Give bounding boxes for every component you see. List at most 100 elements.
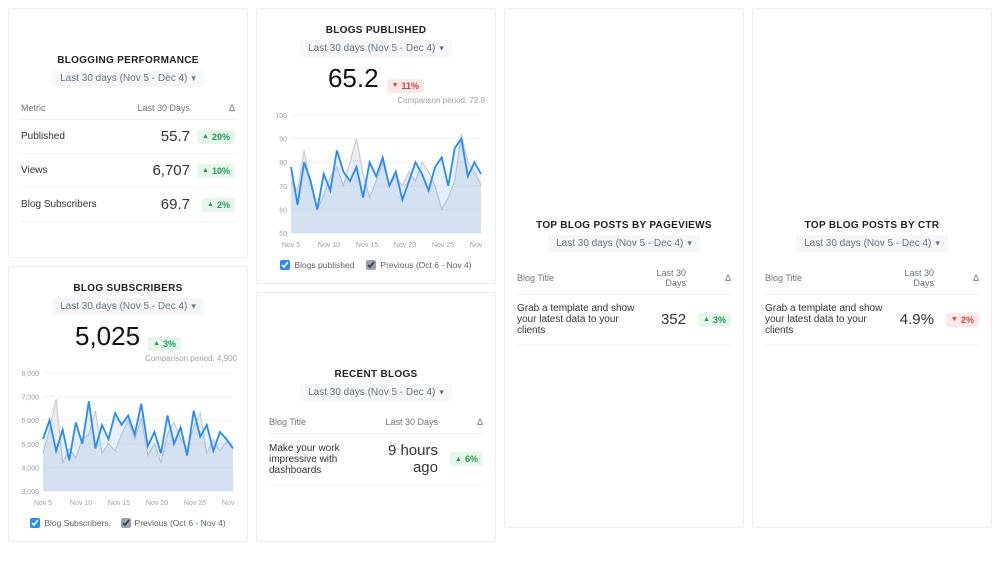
- card-blog-subscribers: BLOG SUBSCRIBERS Last 30 days (Nov 5 - D…: [8, 266, 248, 542]
- row-title: Published: [19, 120, 120, 154]
- period-label: Last 30 days (Nov 5 - Dec 4): [60, 73, 187, 84]
- row-delta: ▲3%: [688, 295, 733, 345]
- legend-item-previous[interactable]: Previous (Oct 6 - Nov 4): [366, 260, 471, 270]
- row-title: Make your work impressive with dashboard…: [267, 434, 382, 485]
- arrow-up-icon: ▲: [207, 201, 214, 208]
- card-top-ctr: TOP BLOG POSTS BY CTR Last 30 days (Nov …: [752, 8, 992, 528]
- col-title: Blog Title: [267, 411, 382, 434]
- table-row[interactable]: Grab a template and show your latest dat…: [763, 295, 981, 345]
- period-selector[interactable]: Last 30 days (Nov 5 - Dec 4) ▾: [796, 235, 948, 252]
- top-pageviews-table: Blog Title Last 30 Days Δ Grab a templat…: [515, 262, 733, 345]
- card-title: BLOGS PUBLISHED: [267, 25, 485, 36]
- period-label: Last 30 days (Nov 5 - Dec 4): [60, 301, 187, 312]
- card-title: BLOGGING PERFORMANCE: [19, 55, 237, 66]
- svg-text:Nov 5: Nov 5: [34, 500, 52, 507]
- recent-blogs-table: Blog Title Last 30 Days Δ Make your work…: [267, 411, 485, 485]
- card-blogging-performance: BLOGGING PERFORMANCE Last 30 days (Nov 5…: [8, 8, 248, 258]
- table-row[interactable]: Published55.7 ▲20%: [19, 120, 237, 154]
- card-title: TOP BLOG POSTS BY PAGEVIEWS: [515, 220, 733, 231]
- chevron-down-icon: ▾: [439, 43, 444, 54]
- svg-text:70: 70: [279, 184, 287, 191]
- metric-row: 65.2 ▼11%: [267, 63, 485, 94]
- row-delta: ▼2%: [936, 295, 981, 345]
- metric-row: 5,025 ▲3%: [19, 321, 237, 352]
- col-title: Blog Title: [763, 262, 891, 295]
- col-title: Blog Title: [515, 262, 647, 295]
- legend-checkbox[interactable]: [121, 518, 131, 528]
- delta-badge: ▲20%: [197, 130, 235, 144]
- table-row[interactable]: Views6,707▲10%: [19, 154, 237, 188]
- card-title: BLOG SUBSCRIBERS: [19, 283, 237, 294]
- chevron-down-icon: ▾: [439, 387, 444, 398]
- col-value: Last 30 Days: [382, 411, 440, 434]
- svg-text:100: 100: [275, 113, 287, 120]
- arrow-up-icon: ▲: [202, 167, 209, 174]
- svg-text:5,000: 5,000: [21, 442, 39, 449]
- row-value: 4.9%: [891, 295, 936, 345]
- row-value: 6,707: [120, 154, 192, 188]
- arrow-up-icon: ▲: [153, 340, 160, 347]
- svg-text:60: 60: [279, 207, 287, 214]
- delta-badge: ▲2%: [202, 198, 235, 212]
- row-title: Grab a template and show your latest dat…: [515, 295, 647, 345]
- row-value: 69.7: [120, 188, 192, 222]
- card-blogs-published: BLOGS PUBLISHED Last 30 days (Nov 5 - De…: [256, 8, 496, 284]
- card-recent-blogs: RECENT BLOGS Last 30 days (Nov 5 - Dec 4…: [256, 292, 496, 542]
- legend-checkbox[interactable]: [366, 260, 376, 270]
- period-selector[interactable]: Last 30 days (Nov 5 - Dec 4) ▾: [300, 384, 452, 401]
- metric-value: 65.2: [328, 63, 379, 94]
- svg-text:90: 90: [279, 137, 287, 144]
- legend-item-primary[interactable]: Blog Subscribers: [30, 518, 108, 528]
- col-metric: Metric: [19, 97, 120, 120]
- svg-text:Nov 25: Nov 25: [432, 242, 454, 249]
- period-label: Last 30 days (Nov 5 - Dec 4): [804, 238, 931, 249]
- chart-subscribers: 3,0004,0005,0006,0007,0008,000Nov 5Nov 1…: [19, 369, 237, 512]
- column-a: BLOGGING PERFORMANCE Last 30 days (Nov 5…: [8, 8, 248, 555]
- table-row[interactable]: Make your work impressive with dashboard…: [267, 434, 485, 485]
- row-delta: ▲6%: [440, 434, 485, 485]
- metric-delta: ▼11%: [387, 79, 424, 93]
- svg-text:Nov 30: Nov 30: [222, 500, 237, 507]
- svg-text:80: 80: [279, 160, 287, 167]
- legend-checkbox[interactable]: [280, 260, 290, 270]
- period-selector[interactable]: Last 30 days (Nov 5 - Dec 4) ▾: [548, 235, 700, 252]
- comparison-period: Comparison period: 72.9: [267, 96, 485, 105]
- chevron-down-icon: ▾: [687, 238, 692, 249]
- svg-text:3,000: 3,000: [21, 489, 39, 496]
- col-value: Last 30 Days: [647, 262, 688, 295]
- dashboard-grid: BLOGGING PERFORMANCE Last 30 days (Nov 5…: [0, 0, 1000, 563]
- period-selector[interactable]: Last 30 days (Nov 5 - Dec 4) ▾: [300, 40, 452, 57]
- legend-item-primary[interactable]: Blogs published: [280, 260, 354, 270]
- svg-text:Nov 10: Nov 10: [70, 500, 92, 507]
- delta-badge: ▲10%: [197, 164, 235, 178]
- row-delta: ▲2%: [192, 188, 237, 222]
- svg-text:50: 50: [279, 231, 287, 238]
- delta-badge: ▲6%: [450, 452, 483, 466]
- row-title: Blog Subscribers: [19, 188, 120, 222]
- top-ctr-table: Blog Title Last 30 Days Δ Grab a templat…: [763, 262, 981, 345]
- chevron-down-icon: ▾: [935, 238, 940, 249]
- column-d: TOP BLOG POSTS BY CTR Last 30 days (Nov …: [752, 8, 992, 555]
- delta-badge: ▼2%: [946, 313, 979, 327]
- svg-text:Nov 15: Nov 15: [356, 242, 378, 249]
- svg-text:Nov 30: Nov 30: [470, 242, 485, 249]
- row-value: 55.7: [120, 120, 192, 154]
- legend-item-previous[interactable]: Previous (Oct 6 - Nov 4): [121, 518, 226, 528]
- table-row[interactable]: Grab a template and show your latest dat…: [515, 295, 733, 345]
- chevron-down-icon: ▾: [191, 73, 196, 84]
- row-value: 9 hours ago: [382, 434, 440, 485]
- card-title: TOP BLOG POSTS BY CTR: [763, 220, 981, 231]
- svg-text:Nov 15: Nov 15: [108, 500, 130, 507]
- row-delta: ▲20%: [192, 120, 237, 154]
- card-title: RECENT BLOGS: [267, 369, 485, 380]
- card-top-pageviews: TOP BLOG POSTS BY PAGEVIEWS Last 30 days…: [504, 8, 744, 528]
- chevron-down-icon: ▾: [191, 301, 196, 312]
- svg-text:7,000: 7,000: [21, 395, 39, 402]
- period-selector[interactable]: Last 30 days (Nov 5 - Dec 4) ▾: [52, 70, 204, 87]
- arrow-up-icon: ▲: [455, 456, 462, 463]
- col-value: Last 30 Days: [891, 262, 936, 295]
- legend-checkbox[interactable]: [30, 518, 40, 528]
- table-row[interactable]: Blog Subscribers69.7 ▲2%: [19, 188, 237, 222]
- row-title: Grab a template and show your latest dat…: [763, 295, 891, 345]
- period-selector[interactable]: Last 30 days (Nov 5 - Dec 4) ▾: [52, 298, 204, 315]
